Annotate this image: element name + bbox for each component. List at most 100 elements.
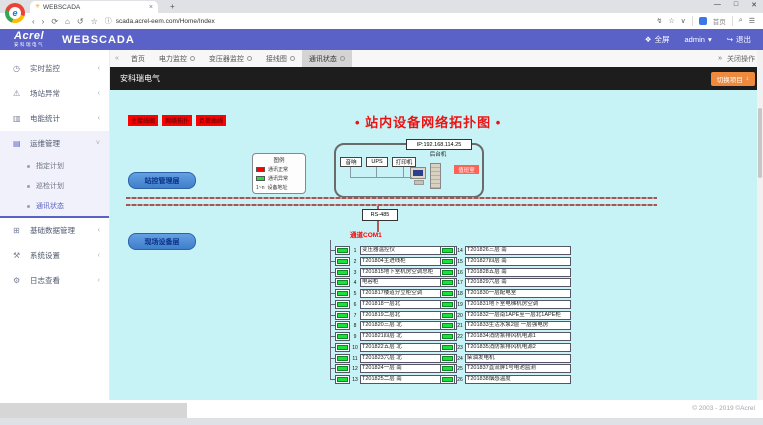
sidebar-group-3: ▤运维管理˅指定计划巡检计划通讯状态 — [0, 131, 109, 218]
legend-swatch-icon — [256, 176, 265, 181]
device-status-icon — [440, 364, 455, 373]
tab-close-icon[interactable]: × — [149, 4, 153, 11]
sidebar-subitem-3-1[interactable]: 巡检计划 — [0, 176, 109, 196]
diagram-button-0[interactable]: 主接线图 — [128, 115, 158, 126]
sidebar-item-5[interactable]: ⚒系统设置‹ — [0, 243, 109, 268]
sidebar-subitem-label: 通讯状态 — [36, 201, 64, 211]
device-row: 21T201833生活水泵2层 一层强电房 — [440, 321, 571, 330]
sidebar-item-label: 日志查看 — [30, 275, 98, 286]
sidebar-item-label: 系统设置 — [30, 250, 98, 261]
device-label: T201832一层南1APE至一层北1APE柜 — [465, 311, 571, 320]
bookmark-star-icon[interactable]: ☆ — [91, 17, 98, 26]
device-number: 20 — [455, 313, 465, 319]
sidebar-item-6[interactable]: ⚙日志查看‹ — [0, 268, 109, 293]
extension-icon[interactable]: ↯ — [657, 17, 663, 25]
menu-icon[interactable]: ☰ — [749, 17, 755, 25]
sidebar-group-6: ⚙日志查看‹ — [0, 268, 109, 293]
device-row: 12T201824一层 南 — [330, 364, 457, 373]
tab-favicon-icon: ✳ — [35, 4, 40, 10]
close-button[interactable]: ✕ — [751, 1, 757, 9]
window-bottom-edge — [0, 418, 763, 425]
bookmark-label[interactable]: 首页 — [713, 16, 726, 26]
status-green-icon — [337, 302, 348, 307]
project-name: 安科瑞电气 — [120, 73, 160, 84]
page-tab-1[interactable]: 电力监控 — [152, 50, 202, 67]
tab-close-circle-icon[interactable] — [290, 56, 295, 61]
device-row: 8T201820三层 北 — [330, 321, 457, 330]
sidebar-item-0[interactable]: ◷实时监控‹ — [0, 56, 109, 81]
refresh-icon[interactable]: ⟳ — [51, 17, 58, 26]
minimize-button[interactable]: — — [714, 1, 721, 9]
switch-icon: ↕ — [746, 75, 749, 82]
close-operations-dropdown[interactable]: 关闭操作 — [727, 54, 755, 64]
device-status-icon — [335, 343, 350, 352]
device-row: 23T201835消防泵排风机电源2 — [440, 343, 571, 352]
logout-label: 退出 — [736, 34, 751, 45]
page-tab-2[interactable]: 变压器监控 — [202, 50, 259, 67]
url-field[interactable]: ⓘ scada.acrel-eem.com/Home/Index — [105, 16, 650, 26]
new-tab-button[interactable]: + — [170, 2, 175, 11]
diagram-button-1[interactable]: 网络拓扑 — [162, 115, 192, 126]
status-green-icon — [442, 356, 453, 361]
tab-scroll-right-icon[interactable]: » — [718, 55, 722, 62]
fullscreen-button[interactable]: ❖ 全屏 — [645, 34, 670, 45]
back-icon[interactable]: ‹ — [32, 17, 35, 26]
tab-close-circle-icon[interactable] — [340, 56, 345, 61]
device-number: 21 — [455, 323, 465, 329]
device-label: T201831地下室电梯机房空调 — [465, 300, 571, 309]
forward-icon[interactable]: › — [42, 17, 45, 26]
page-tab-bar: « 首页电力监控变压器监控接线图 通讯状态 » 关闭操作 — [110, 50, 763, 68]
status-green-icon — [337, 356, 348, 361]
realtime-monitor-icon: ◷ — [13, 64, 26, 73]
maximize-button[interactable]: □ — [734, 1, 738, 9]
sidebar-subitem-3-2[interactable]: 通讯状态 — [0, 196, 109, 216]
sidebar-item-4[interactable]: ⊞基础数据管理‹ — [0, 218, 109, 243]
window-controls: — □ ✕ — [714, 1, 757, 9]
device-status-icon — [440, 311, 455, 320]
sidebar-item-1[interactable]: ⚠场站异常‹ — [0, 81, 109, 106]
caret-down-icon[interactable]: ∨ — [681, 17, 686, 25]
home-icon[interactable]: ⌂ — [65, 17, 70, 26]
site-info-icon[interactable]: ⓘ — [105, 16, 112, 26]
sidebar-subitem-3-0[interactable]: 指定计划 — [0, 156, 109, 176]
tab-scroll-left-icon[interactable]: « — [110, 55, 124, 62]
page-tab-4[interactable]: 通讯状态 — [302, 50, 352, 67]
sidebar-group-2: ▥电能统计‹ — [0, 106, 109, 131]
diagram-button-2[interactable]: 负荷曲线 — [196, 115, 226, 126]
page-tab-label: 接线图 — [266, 54, 287, 64]
sidebar-item-2[interactable]: ▥电能统计‹ — [0, 106, 109, 131]
history-icon[interactable]: ↺ — [77, 17, 84, 26]
device-label: T201826三层 南 — [465, 246, 571, 255]
browser-tab[interactable]: ✳ WEBSCADA × — [30, 1, 158, 13]
device-number: 16 — [455, 270, 465, 276]
sidebar-item-label: 场站异常 — [30, 88, 98, 99]
device-number: 7 — [350, 313, 360, 319]
sidebar-item-label: 基础数据管理 — [30, 225, 98, 236]
chevron-icon: ‹ — [98, 252, 100, 259]
device-label: T201835消防泵排风机电源2 — [465, 343, 571, 352]
tab-title: WEBSCADA — [43, 4, 146, 11]
sidebar-group-5: ⚒系统设置‹ — [0, 243, 109, 268]
tab-close-circle-icon[interactable] — [190, 56, 195, 61]
user-menu[interactable]: admin ▾ — [685, 35, 712, 44]
scrollbar[interactable] — [757, 50, 763, 400]
device-number: 3 — [350, 270, 360, 276]
scrollbar-thumb[interactable] — [758, 108, 762, 178]
device-label: T201837直流屏1号电池监测 — [465, 364, 571, 373]
switch-project-button[interactable]: 切换项目 ↕ — [711, 72, 755, 86]
device-number: 9 — [350, 334, 360, 340]
search-icon[interactable]: ⌕ — [739, 17, 743, 25]
device-number: 19 — [455, 302, 465, 308]
page-tab-3[interactable]: 接线图 — [259, 50, 302, 67]
favorite-star-icon[interactable]: ☆ — [668, 17, 674, 25]
device-row: 4电容柜 — [330, 278, 457, 287]
device-status-icon — [440, 289, 455, 298]
page-tab-0[interactable]: 首页 — [124, 50, 152, 67]
bookmark-badge-icon[interactable] — [699, 17, 707, 25]
tab-close-circle-icon[interactable] — [247, 56, 252, 61]
browser-logo: e — [5, 3, 25, 23]
status-green-icon — [337, 270, 348, 275]
device-row: 13T201825二层 南 — [330, 375, 457, 384]
logout-button[interactable]: ↪ 退出 — [727, 34, 751, 45]
sidebar-item-3[interactable]: ▤运维管理˅ — [0, 131, 109, 156]
